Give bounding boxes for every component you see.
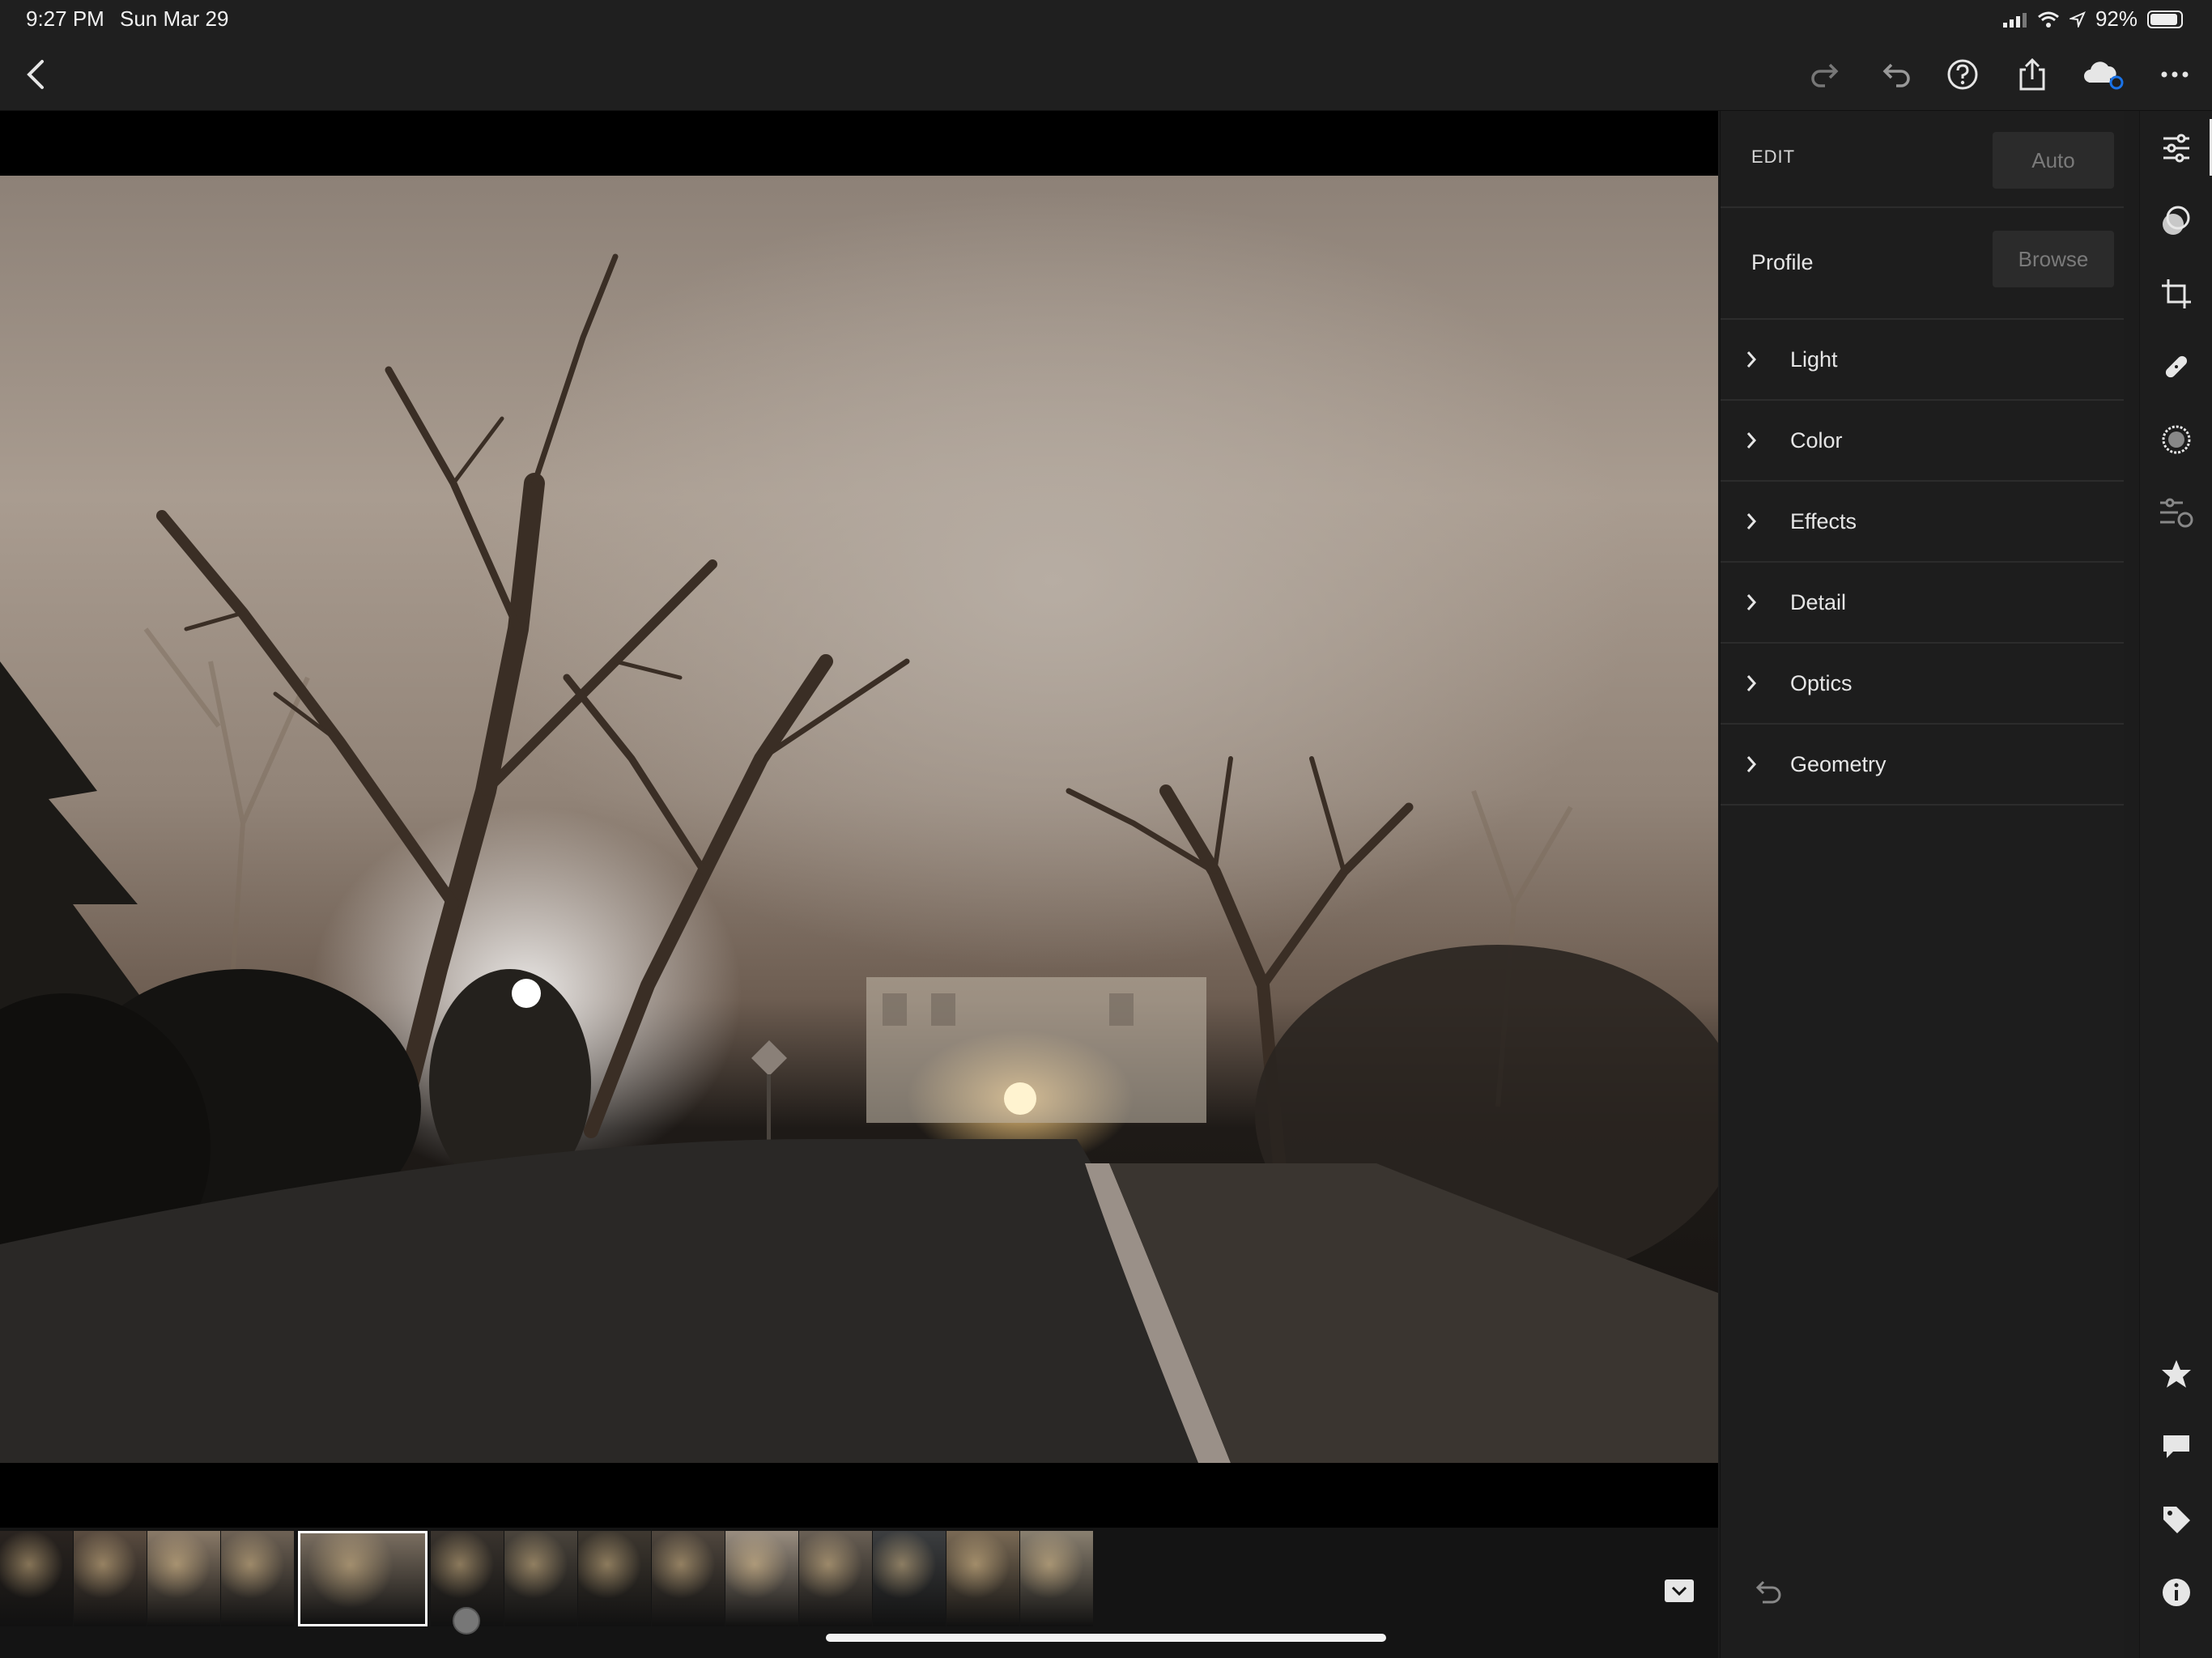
filmstrip-thumbnail[interactable] xyxy=(578,1531,651,1626)
location-icon xyxy=(2069,11,2086,28)
filmstrip-thumbnail[interactable] xyxy=(0,1531,73,1626)
redo-icon xyxy=(1811,63,1839,87)
star-icon xyxy=(2162,1360,2191,1388)
photo-preview[interactable] xyxy=(0,176,1718,1463)
versions-button[interactable] xyxy=(2152,488,2201,537)
section-label: Optics xyxy=(1790,670,1853,695)
filmstrip-scrub-handle[interactable] xyxy=(453,1607,480,1635)
chevron-right-icon xyxy=(1746,351,1757,368)
edit-panel: EDIT Auto Profile Browse Light Color Eff… xyxy=(1720,111,2124,1658)
section-label: Light xyxy=(1790,346,1838,372)
edit-sections: Light Color Effects Detail Optics Geomet… xyxy=(1721,320,2124,806)
section-label: Geometry xyxy=(1790,751,1887,776)
section-light[interactable]: Light xyxy=(1721,320,2124,401)
section-detail[interactable]: Detail xyxy=(1721,563,2124,644)
status-bar: 9:27 PM Sun Mar 29 92% xyxy=(0,0,2212,39)
battery-icon xyxy=(2147,10,2183,28)
rating-button[interactable] xyxy=(2152,1350,2201,1398)
undo-icon xyxy=(1882,63,1910,87)
top-toolbar xyxy=(0,39,2212,111)
battery-percent: 92% xyxy=(2095,6,2138,31)
reset-icon[interactable] xyxy=(1753,1578,1785,1605)
filmstrip-thumbnail[interactable] xyxy=(725,1531,798,1626)
section-label: Effects xyxy=(1790,508,1857,534)
more-icon xyxy=(2161,71,2189,78)
chevron-right-icon xyxy=(1746,432,1757,449)
more-button[interactable] xyxy=(2150,50,2199,99)
section-effects[interactable]: Effects xyxy=(1721,482,2124,563)
back-button[interactable] xyxy=(11,50,60,99)
browse-button[interactable]: Browse xyxy=(1993,231,2114,287)
filmstrip-thumbnail[interactable] xyxy=(799,1531,872,1626)
comment-button[interactable] xyxy=(2152,1422,2201,1471)
status-right: 92% xyxy=(2002,6,2183,32)
comment-icon xyxy=(2163,1435,2189,1458)
section-label: Color xyxy=(1790,427,1843,453)
undo-button[interactable] xyxy=(1872,50,1921,99)
help-button[interactable] xyxy=(1938,50,1987,99)
info-icon xyxy=(2163,1579,2190,1606)
healing-icon xyxy=(2165,355,2188,378)
chevron-right-icon xyxy=(1746,756,1757,772)
edit-sliders-icon xyxy=(2163,134,2189,163)
filmstrip-thumbnail[interactable] xyxy=(74,1531,147,1626)
filmstrip-thumbnail[interactable] xyxy=(946,1531,1019,1626)
photo-scene xyxy=(0,253,1718,1463)
section-label: Detail xyxy=(1790,589,1847,614)
cloud-sync-button[interactable] xyxy=(2079,50,2128,99)
redo-button[interactable] xyxy=(1801,50,1849,99)
tag-button[interactable] xyxy=(2152,1495,2201,1544)
share-icon xyxy=(2019,57,2045,91)
filmstrip-toggle-icon[interactable] xyxy=(1661,1576,1697,1609)
crop-icon xyxy=(2162,279,2191,308)
profile-label: Profile xyxy=(1751,250,1814,274)
status-time: 9:27 PM xyxy=(26,6,104,31)
section-geometry[interactable]: Geometry xyxy=(1721,725,2124,806)
share-button[interactable] xyxy=(2008,50,2057,99)
healing-button[interactable] xyxy=(2152,342,2201,391)
filmstrip-thumbnail[interactable] xyxy=(298,1531,428,1626)
masking-icon xyxy=(2162,425,2191,454)
versions-icon xyxy=(2160,498,2193,528)
wifi-icon xyxy=(2037,11,2059,28)
chevron-right-icon xyxy=(1746,513,1757,529)
edit-header: EDIT Auto xyxy=(1721,111,2124,208)
filmstrip-thumbnail[interactable] xyxy=(221,1531,294,1626)
photo-canvas[interactable] xyxy=(0,111,1718,1528)
filmstrip-thumbnails xyxy=(0,1531,1094,1626)
filmstrip-thumbnail[interactable] xyxy=(873,1531,946,1626)
filmstrip-thumbnail[interactable] xyxy=(652,1531,725,1626)
tool-icon-bar xyxy=(2139,111,2212,1658)
section-color[interactable]: Color xyxy=(1721,401,2124,482)
section-optics[interactable]: Optics xyxy=(1721,644,2124,725)
filmstrip-thumbnail[interactable] xyxy=(147,1531,220,1626)
chevron-right-icon xyxy=(1746,675,1757,691)
signal-icon xyxy=(2002,12,2027,28)
masking-button[interactable] xyxy=(2152,415,2201,464)
tag-icon xyxy=(2163,1507,2190,1533)
presets-icon xyxy=(2163,206,2190,235)
home-indicator xyxy=(826,1634,1386,1642)
chevron-right-icon xyxy=(1746,594,1757,610)
edit-sliders-button[interactable] xyxy=(2152,124,2201,172)
presets-button[interactable] xyxy=(2152,197,2201,245)
filmstrip-thumbnail[interactable] xyxy=(1020,1531,1093,1626)
filmstrip-thumbnail[interactable] xyxy=(504,1531,577,1626)
help-icon xyxy=(1947,59,1978,90)
cloud-sync-icon xyxy=(2084,62,2124,90)
chevron-left-icon xyxy=(27,60,44,89)
crop-button[interactable] xyxy=(2152,270,2201,318)
info-button[interactable] xyxy=(2152,1568,2201,1617)
profile-row: Profile Browse xyxy=(1721,208,2124,320)
status-date: Sun Mar 29 xyxy=(120,6,229,31)
auto-button[interactable]: Auto xyxy=(1993,132,2114,189)
edit-label: EDIT xyxy=(1751,147,1796,167)
